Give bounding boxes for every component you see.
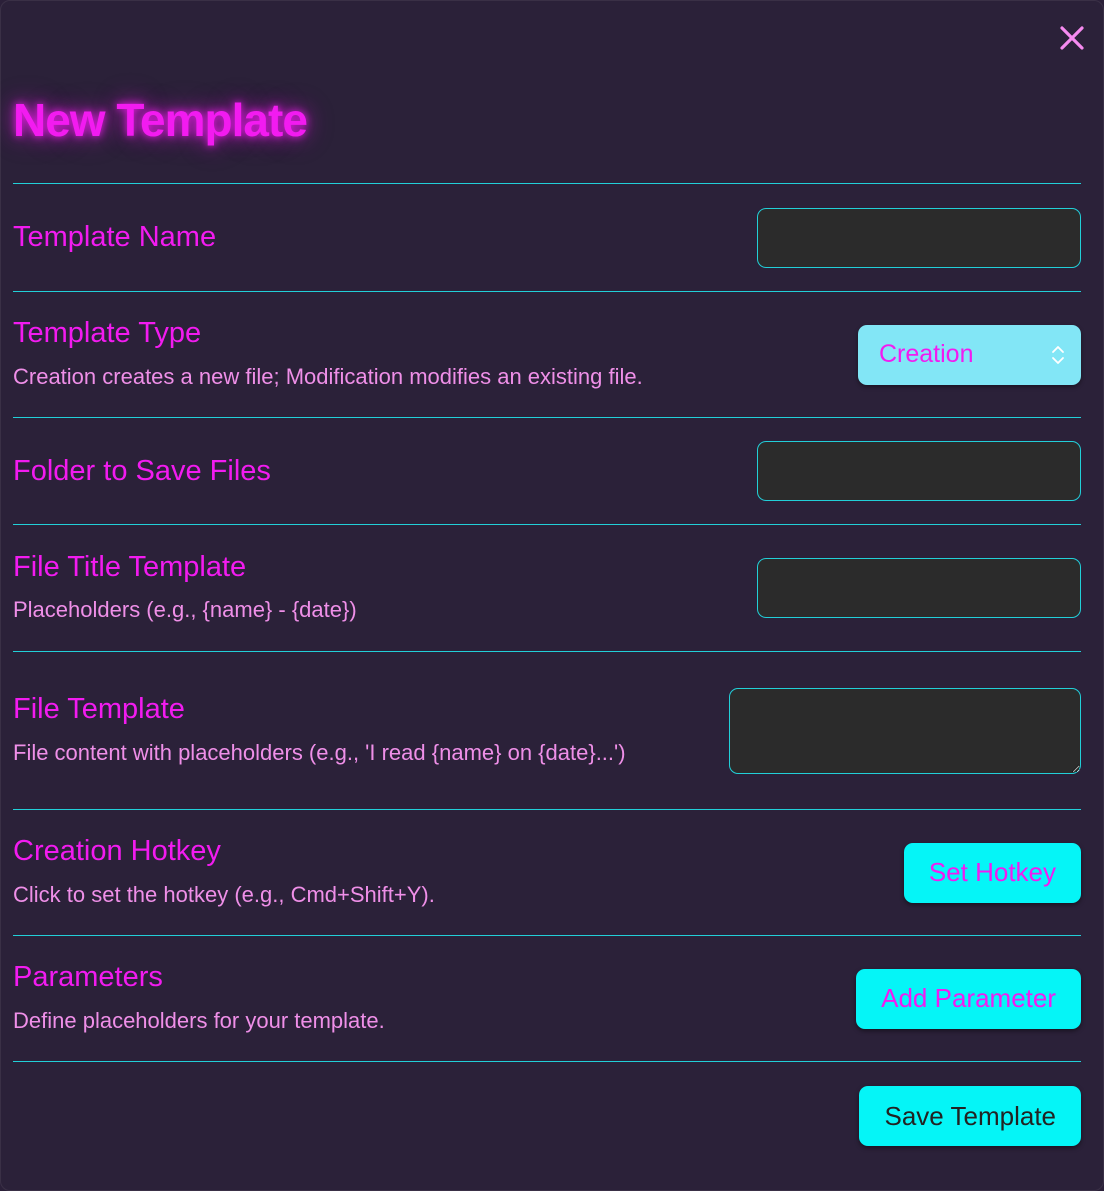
template-type-label: Template Type <box>13 317 202 350</box>
save-template-button[interactable]: Save Template <box>859 1086 1081 1146</box>
template-type-selected: Creation <box>879 340 974 368</box>
file-template-label: File Template <box>13 693 185 726</box>
file-title-template-description: Placeholders (e.g., {name} - {date}) <box>13 597 357 623</box>
close-button[interactable] <box>1055 21 1089 55</box>
close-icon[interactable] <box>1059 25 1085 51</box>
setting-file-template: File Template File content with placehol… <box>13 651 1081 809</box>
file-title-template-input[interactable] <box>757 558 1081 618</box>
modal-footer: Save Template <box>13 1061 1081 1146</box>
template-name-input[interactable] <box>757 207 1081 268</box>
setting-template-type: Template Type Creation creates a new fil… <box>13 291 1081 417</box>
file-template-description: File content with placeholders (e.g., 'I… <box>13 739 626 765</box>
setting-template-name: Template Name <box>13 183 1081 291</box>
setting-file-title-template: File Title Template Placeholders (e.g., … <box>13 524 1081 651</box>
creation-hotkey-label: Creation Hotkey <box>13 835 221 868</box>
template-name-label: Template Name <box>13 221 217 254</box>
set-hotkey-button[interactable]: Set Hotkey <box>903 842 1081 903</box>
setting-folder: Folder to Save Files <box>13 417 1081 524</box>
chevron-up-down-icon <box>1051 344 1065 366</box>
folder-input[interactable] <box>757 441 1081 501</box>
template-form: Template Name Template Type Creation cre… <box>13 183 1081 1146</box>
setting-parameters: Parameters Define placeholders for your … <box>13 935 1081 1061</box>
add-parameter-button[interactable]: Add Parameter <box>856 968 1081 1029</box>
new-template-modal: New Template Template Name Template Type… <box>0 0 1104 1191</box>
template-type-description: Creation creates a new file; Modificatio… <box>13 363 643 389</box>
setting-creation-hotkey: Creation Hotkey Click to set the hotkey … <box>13 809 1081 935</box>
file-title-template-label: File Title Template <box>13 550 247 583</box>
page-title: New Template <box>13 94 308 146</box>
template-type-select[interactable]: Creation <box>858 324 1081 385</box>
folder-label: Folder to Save Files <box>13 454 271 487</box>
parameters-description: Define placeholders for your template. <box>13 1007 385 1033</box>
file-template-textarea[interactable] <box>729 687 1081 774</box>
parameters-label: Parameters <box>13 961 163 994</box>
creation-hotkey-description: Click to set the hotkey (e.g., Cmd+Shift… <box>13 881 435 907</box>
